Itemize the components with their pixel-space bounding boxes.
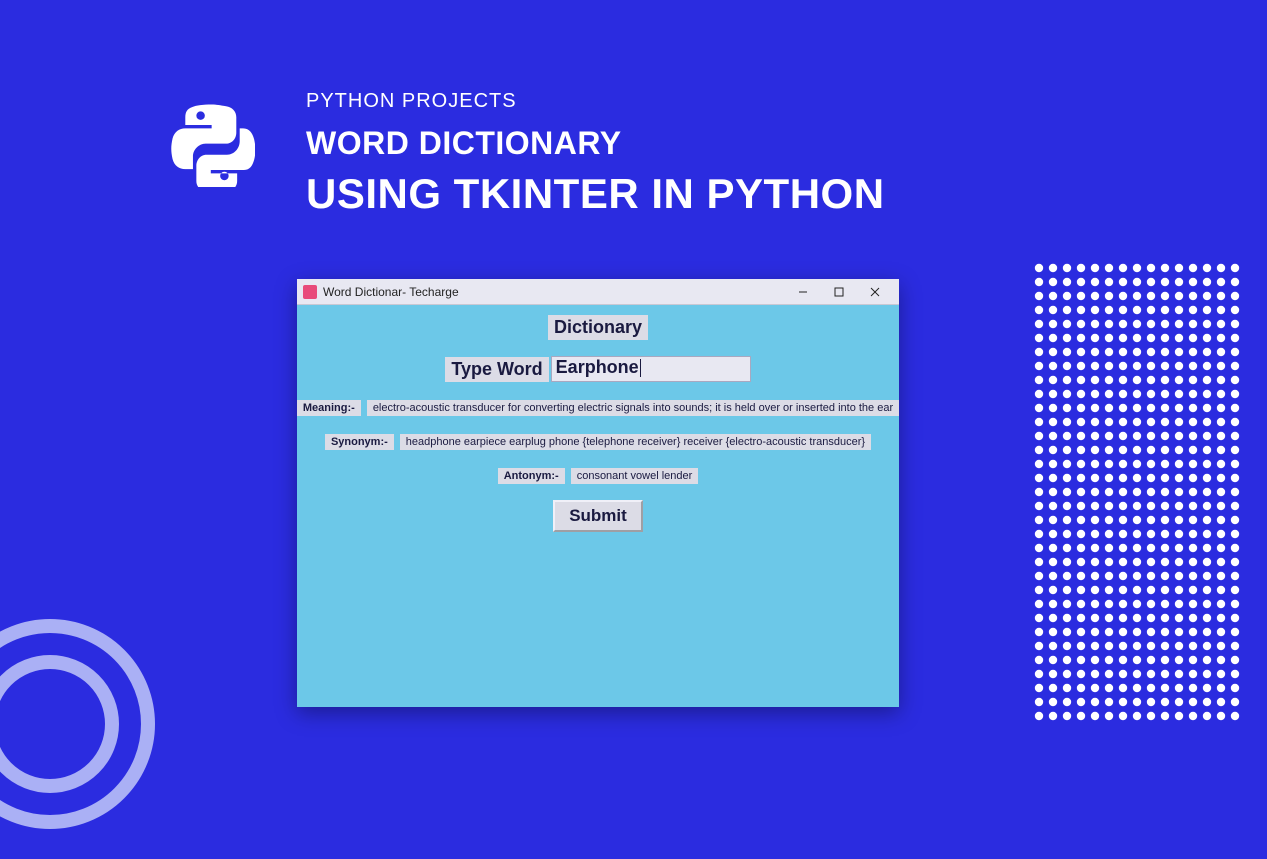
- synonym-label: Synonym:-: [325, 434, 394, 450]
- dictionary-heading: Dictionary: [548, 315, 648, 340]
- antonym-label: Antonym:-: [498, 468, 565, 484]
- text-cursor: [640, 359, 641, 377]
- app-icon: [303, 285, 317, 299]
- window-titlebar: Word Dictionar- Techarge: [297, 279, 899, 305]
- eyebrow-text: PYTHON PROJECTS: [306, 90, 885, 113]
- decorative-rings-icon: [0, 594, 200, 859]
- app-window: Word Dictionar- Techarge Dictionary Type…: [297, 279, 899, 707]
- meaning-row: Meaning:- electro-acoustic transducer fo…: [297, 400, 899, 416]
- header-block: PYTHON PROJECTS WORD DICTIONARY USING TK…: [306, 90, 885, 218]
- antonym-value: consonant vowel lender: [571, 468, 699, 484]
- title-line-1: WORD DICTIONARY: [306, 125, 885, 162]
- word-input[interactable]: Earphone: [551, 356, 751, 382]
- antonym-row: Antonym:- consonant vowel lender: [297, 468, 899, 484]
- app-body: Dictionary Type Word Earphone Meaning:- …: [297, 305, 899, 532]
- decorative-dot-grid-icon: [1033, 262, 1243, 737]
- maximize-button[interactable]: [821, 280, 857, 304]
- submit-button[interactable]: Submit: [553, 500, 643, 532]
- meaning-label: Meaning:-: [297, 400, 361, 416]
- close-button[interactable]: [857, 280, 893, 304]
- minimize-button[interactable]: [785, 280, 821, 304]
- word-input-value: Earphone: [556, 357, 639, 377]
- window-title: Word Dictionar- Techarge: [323, 285, 785, 299]
- type-word-label: Type Word: [445, 357, 548, 382]
- python-logo-icon: [170, 102, 255, 187]
- title-line-2: USING TKINTER IN PYTHON: [306, 170, 885, 218]
- synonym-value: headphone earpiece earplug phone {teleph…: [400, 434, 871, 450]
- input-row: Type Word Earphone: [297, 356, 899, 382]
- meaning-value: electro-acoustic transducer for converti…: [367, 400, 899, 416]
- submit-row: Submit: [297, 500, 899, 532]
- synonym-row: Synonym:- headphone earpiece earplug pho…: [297, 434, 899, 450]
